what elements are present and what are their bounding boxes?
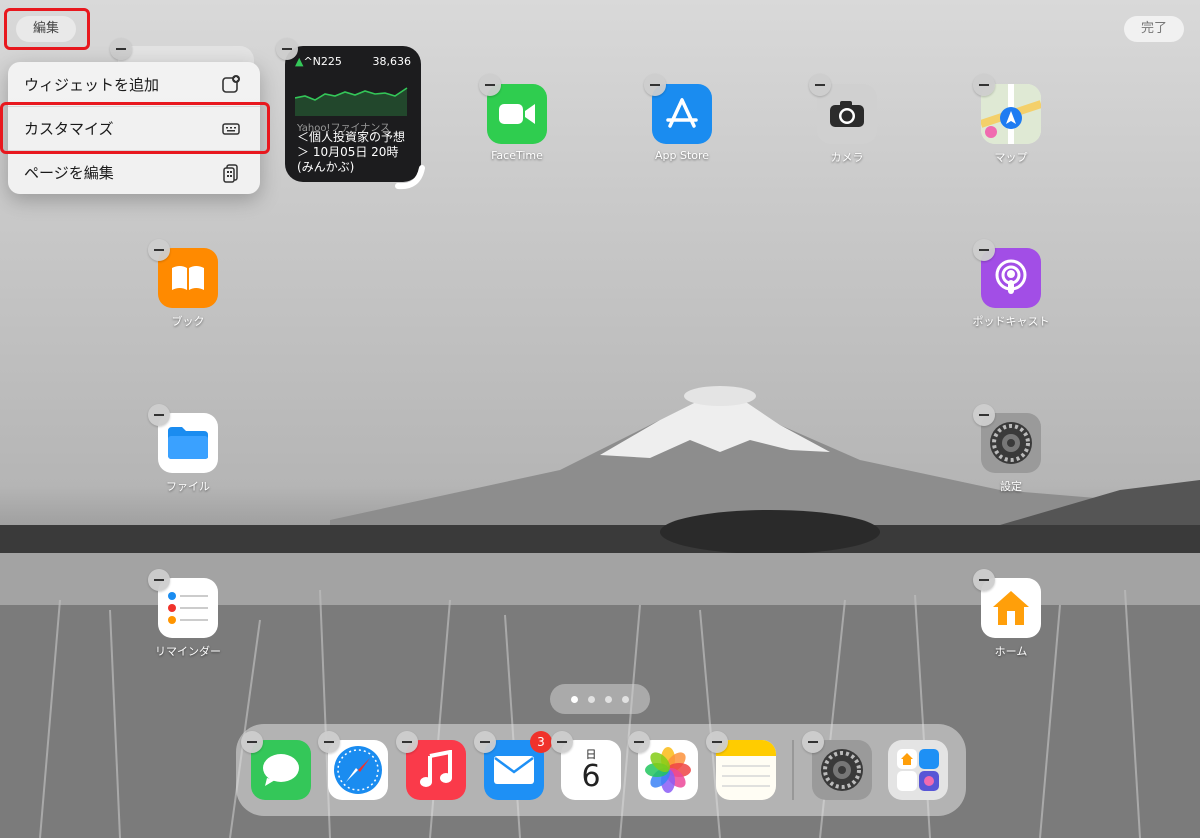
safari-icon	[334, 746, 382, 794]
remove-dock-app-button[interactable]	[802, 731, 824, 753]
calendar-date: 6	[581, 759, 601, 794]
messages-icon	[263, 754, 299, 786]
app-label: 設定	[1000, 480, 1022, 493]
page-indicator[interactable]	[550, 684, 650, 714]
app-label: リマインダー	[155, 645, 221, 658]
stock-value: 38,636	[372, 55, 412, 68]
remove-dock-app-button[interactable]	[551, 731, 573, 753]
edit-button-highlight	[4, 8, 90, 50]
remove-app-button[interactable]	[973, 569, 995, 591]
remove-dock-app-button[interactable]	[396, 731, 418, 753]
page-dot	[588, 695, 595, 703]
pages-icon	[220, 162, 242, 184]
remove-dock-app-button[interactable]	[318, 731, 340, 753]
remove-app-button[interactable]	[809, 74, 831, 96]
remove-app-button[interactable]	[973, 74, 995, 96]
app-label: FaceTime	[491, 149, 543, 162]
dock-divider	[792, 740, 794, 800]
dock-app-library[interactable]	[888, 740, 948, 800]
remove-app-button[interactable]	[148, 404, 170, 426]
app-label: ホーム	[994, 645, 1028, 658]
menu-item-add-widget[interactable]: ウィジェットを追加	[8, 62, 260, 106]
widget-add-icon	[220, 73, 242, 95]
menu-item-label: ページを編集	[24, 164, 114, 182]
island	[660, 510, 880, 554]
app-label: ファイル	[166, 480, 210, 493]
customize-highlight	[0, 102, 270, 154]
stock-chart	[295, 87, 408, 116]
app-maps[interactable]: マップ	[969, 84, 1053, 165]
app-label: マップ	[994, 151, 1028, 164]
remove-app-button[interactable]	[148, 569, 170, 591]
remove-dock-app-button[interactable]	[474, 731, 496, 753]
page-dot	[571, 695, 578, 703]
stock-symbol: ^N225	[303, 55, 342, 68]
remove-app-button[interactable]	[973, 404, 995, 426]
app-label: カメラ	[830, 151, 864, 164]
photos-icon	[645, 747, 691, 793]
summit-cloud	[684, 386, 756, 406]
mail-icon	[494, 756, 534, 784]
menu-item-label: ウィジェットを追加	[24, 75, 160, 94]
done-button[interactable]: 完了	[1124, 16, 1184, 42]
page-dot	[622, 695, 629, 703]
menu-item-edit-pages[interactable]: ページを編集	[8, 150, 260, 194]
remove-dock-app-button[interactable]	[241, 731, 263, 753]
remove-stock-widget-button[interactable]	[276, 38, 298, 60]
remove-app-button[interactable]	[644, 74, 666, 96]
music-icon	[420, 750, 452, 787]
app-label: ポッドキャスト	[972, 315, 1050, 328]
remove-app-button[interactable]	[479, 74, 501, 96]
page-dot	[605, 695, 612, 703]
app-label: ブック	[171, 315, 205, 328]
app-label: App Store	[654, 149, 710, 162]
remove-clock-widget-button[interactable]	[110, 38, 132, 60]
shoreline	[0, 525, 1200, 555]
remove-dock-app-button[interactable]	[706, 731, 728, 753]
widget-resize-handle[interactable]	[392, 162, 428, 190]
stock-symbol-row: ▲^N225	[295, 55, 342, 68]
app-camera[interactable]: カメラ	[805, 84, 889, 165]
mail-badge: 3	[530, 731, 552, 753]
remove-app-button[interactable]	[148, 239, 170, 261]
app-library-icon	[897, 749, 939, 791]
remove-app-button[interactable]	[973, 239, 995, 261]
settings-icon	[821, 749, 863, 791]
remove-dock-app-button[interactable]	[628, 731, 650, 753]
